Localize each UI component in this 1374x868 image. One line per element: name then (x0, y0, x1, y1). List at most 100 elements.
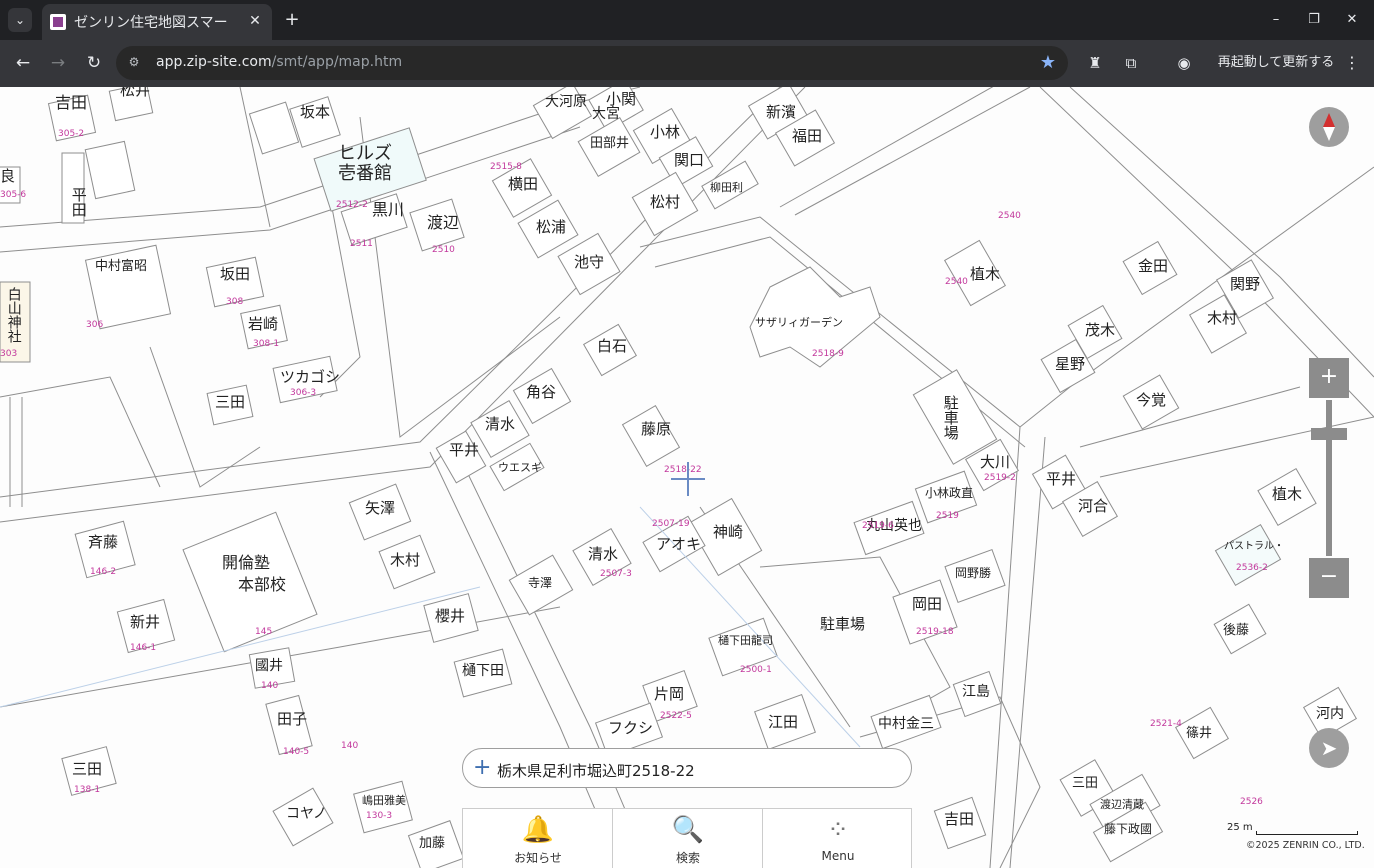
map-label: 中村金三 (878, 716, 934, 732)
lot-number: 306 (86, 320, 104, 330)
address-omnibox[interactable]: ⚙ app.zip-site.com/smt/app/map.htm ★ (116, 46, 1068, 80)
map-label: 加藤 (419, 836, 446, 851)
map-label: 柳田利 (710, 181, 743, 194)
lot-number: 2515-8 (490, 162, 522, 172)
map-label: 三田 (72, 760, 103, 778)
lot-number: 146-2 (90, 567, 117, 577)
map-label: 黒川 (372, 200, 405, 219)
menu-label: 検索 (675, 851, 700, 865)
close-window-button[interactable]: ✕ (1340, 8, 1364, 32)
zenrin-favicon-icon (50, 14, 66, 30)
profile-icon[interactable]: ◉ (1173, 52, 1195, 74)
scale-text: 25 m (1227, 822, 1253, 833)
new-tab-button[interactable]: + (280, 8, 304, 32)
map-label: ツカゴシ (280, 368, 341, 386)
map-label: 岩崎 (248, 315, 279, 333)
map-label: 江田 (768, 713, 799, 731)
map-label: 星野 (1055, 355, 1086, 373)
restore-button[interactable]: ❐ (1302, 8, 1326, 32)
lot-number: 308 (226, 297, 244, 307)
reload-button[interactable]: ↻ (81, 50, 107, 76)
lot-number: 140-5 (283, 747, 310, 757)
lot-number: 2519 (936, 511, 959, 521)
minimize-button[interactable]: – (1264, 8, 1288, 32)
lot-number: 308-1 (253, 339, 280, 349)
url-text[interactable]: app.zip-site.com/smt/app/map.htm (156, 54, 402, 70)
map-label: 角谷 (526, 383, 557, 401)
map-label: 茂木 (1085, 321, 1116, 339)
lot-number: 130-3 (366, 811, 393, 821)
zoom-in-button[interactable]: + (1309, 358, 1349, 398)
site-info-icon[interactable]: ⚙ (126, 55, 142, 71)
zoom-slider-thumb[interactable] (1311, 428, 1347, 440)
map-label: 田部井 (590, 136, 630, 151)
bookmark-star-icon[interactable]: ★ (1040, 52, 1056, 73)
plus-icon[interactable]: + (473, 755, 491, 781)
lot-number: 2536-2 (1236, 563, 1268, 573)
map-label: 金田 (1138, 257, 1169, 275)
map-label: 矢澤 (365, 499, 396, 517)
tab-close-icon[interactable]: ✕ (244, 10, 266, 32)
menu-item-menu[interactable]: ⁘ Menu (763, 809, 913, 868)
menu-item-search[interactable]: 🔍 検索 (613, 809, 763, 868)
map-label: 松浦 (536, 218, 567, 236)
map-label: 良 (0, 167, 16, 185)
extension-icon[interactable]: ♜ (1084, 52, 1106, 74)
lot-number: 2526 (1240, 797, 1263, 807)
map-label: 江島 (962, 684, 990, 700)
browser-toolbar: ← → ↻ ⚙ app.zip-site.com/smt/app/map.htm… (0, 40, 1374, 87)
map-label: 大宮 (592, 106, 620, 122)
map-label: 渡辺清蔵 (1100, 798, 1144, 811)
map-label: 中村富昭 (95, 259, 148, 274)
map-label: 國井 (255, 658, 283, 674)
location-arrow-icon[interactable]: ➤ (1309, 728, 1349, 768)
address-text: 栃木県足利市堀込町2518-22 (497, 762, 695, 780)
tab-search-button[interactable]: ⌄ (8, 8, 32, 32)
address-search-bar[interactable]: + 栃木県足利市堀込町2518-22 (462, 748, 912, 788)
zoom-track[interactable] (1326, 400, 1332, 556)
zoom-out-button[interactable]: − (1309, 558, 1349, 598)
browser-menu-icon[interactable]: ⋮ (1344, 52, 1360, 74)
map-label: 後藤 (1223, 623, 1250, 638)
map-label: パストラル・ (1224, 541, 1284, 552)
map-label: 小林 (650, 123, 681, 141)
compass-icon[interactable] (1309, 107, 1349, 147)
map-label: 大河原 (545, 94, 587, 110)
map-label: 櫻井 (435, 607, 466, 625)
tab-title: ゼンリン住宅地図スマー (74, 15, 228, 31)
map-label: 本部校 (238, 575, 287, 594)
map-label: 吉田 (55, 93, 88, 112)
map-label: 神崎 (713, 523, 744, 541)
update-restart-button[interactable]: 再起動して更新する (1210, 48, 1342, 78)
map-label: 木村 (1207, 309, 1238, 327)
map-label: アオキ (656, 535, 702, 553)
map-label: 樋下田龍司 (718, 634, 773, 647)
active-tab[interactable]: ゼンリン住宅地図スマー ✕ (42, 4, 272, 40)
lot-number: 2518-9 (812, 349, 844, 359)
lot-number: 2512-2 (336, 200, 368, 210)
menu-label: お知らせ (514, 851, 562, 865)
lot-number: 140 (261, 681, 279, 691)
menu-item-notifications[interactable]: 🔔 お知らせ (463, 809, 613, 868)
back-button[interactable]: ← (10, 50, 36, 76)
copyright-text: ©2025 ZENRIN CO., LTD. (1246, 840, 1365, 851)
forward-button[interactable]: → (45, 50, 71, 76)
map-label: 今覚 (1136, 391, 1167, 409)
map-label: 壱番館 (338, 163, 392, 184)
zenrin-map-canvas[interactable]: 吉田 松井良平田 坂本 ヒルズ 壱番館 黒川 渡辺 中村富昭 坂田 白山神社 岩崎 ツカゴシ 三田 大河原… (0, 87, 1374, 868)
lot-number: 2507-3 (600, 569, 632, 579)
lot-number: 138-1 (74, 785, 101, 795)
map-label: 平田 (69, 187, 88, 217)
lot-number: 2519-2 (984, 473, 1016, 483)
bell-icon: 🔔 (521, 815, 555, 845)
lot-number: 305-2 (58, 129, 85, 139)
map-label: 木村 (390, 551, 421, 569)
extensions-puzzle-icon[interactable]: ⧉ (1120, 52, 1142, 74)
map-label: 篠井 (1186, 726, 1213, 741)
location-crosshair-icon (671, 462, 705, 496)
map-label: 大川 (980, 453, 1011, 471)
map-label: 白石 (597, 337, 628, 355)
map-label: 吉田 (944, 810, 975, 828)
map-label: 片岡 (654, 685, 685, 703)
lot-number: 2521-4 (1150, 719, 1182, 729)
